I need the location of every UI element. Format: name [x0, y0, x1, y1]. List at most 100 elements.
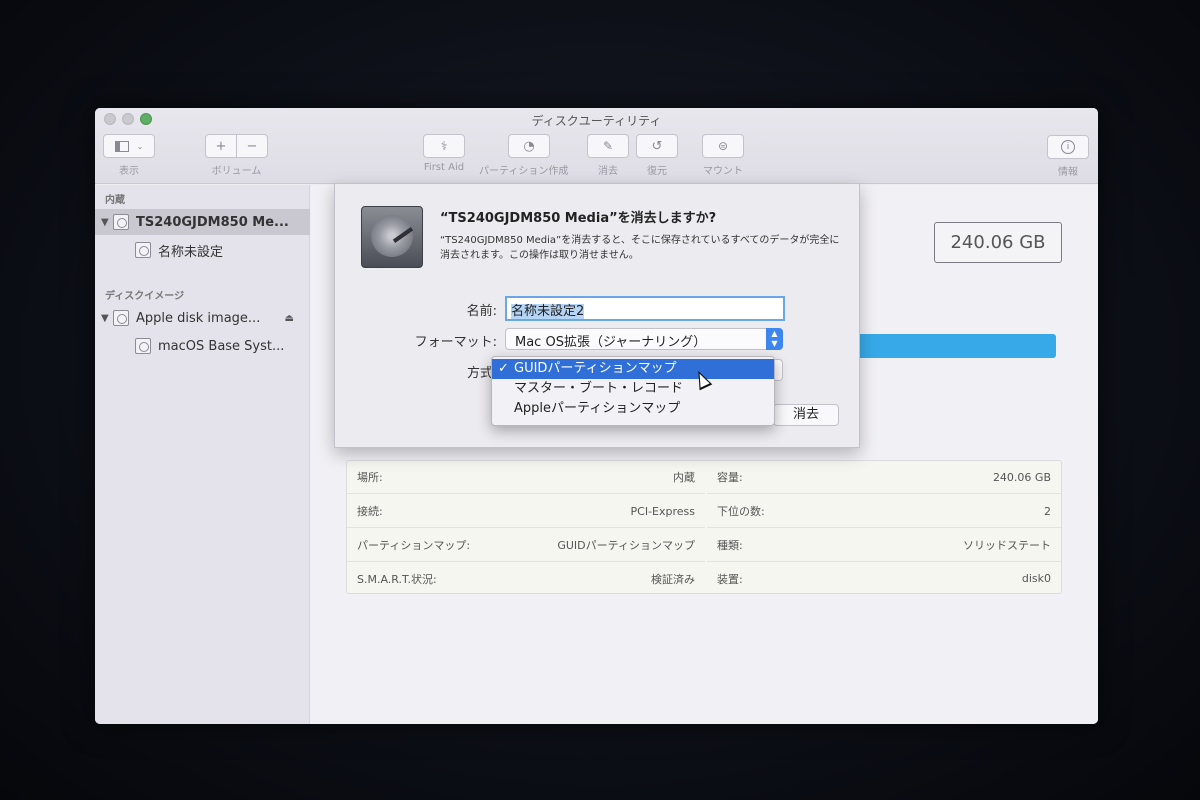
format-value: Mac OS拡張（ジャーナリング） — [515, 335, 707, 350]
name-label: 名前: — [466, 304, 497, 319]
remove-volume-button[interactable]: − — [236, 134, 268, 158]
volume-label: ボリューム — [211, 166, 262, 177]
info-row: 容量: 240.06 GB — [707, 461, 1061, 494]
info-value: 240.06 GB — [992, 470, 1051, 484]
capacity-box: 240.06 GB — [934, 222, 1062, 263]
info-key: 接続: — [357, 505, 383, 518]
restore-label: 復元 — [647, 166, 667, 177]
sidebar-item-label: macOS Base Syst... — [158, 338, 285, 354]
disclosure-triangle-icon[interactable]: ▼ — [101, 217, 113, 228]
sidebar: 内蔵 ▼ TS240GJDM850 Me... 名称未設定 ディスクイメージ ▼… — [95, 185, 310, 724]
info-value: PCI-Express — [630, 504, 695, 518]
volume-icon — [135, 242, 151, 258]
sidebar-item-ts240gjdm850[interactable]: ▼ TS240GJDM850 Me... — [95, 209, 310, 235]
format-label: フォーマット: — [414, 335, 497, 350]
info-key: パーティションマップ: — [357, 539, 471, 552]
add-volume-button[interactable]: + — [205, 134, 237, 158]
name-value: 名称未設定2 — [511, 304, 585, 319]
scheme-option-mbr[interactable]: マスター・ブート・レコード — [492, 379, 774, 399]
window-title: ディスクユーティリティ — [531, 114, 662, 128]
volume-icon — [135, 338, 151, 354]
info-value: disk0 — [1021, 572, 1051, 585]
sidebar-icon — [114, 140, 129, 152]
partition-button[interactable]: ◔ — [508, 134, 550, 158]
sidebar-item-macos-base-system[interactable]: macOS Base Syst... — [95, 333, 310, 359]
disclosure-triangle-icon[interactable]: ▼ — [101, 313, 113, 324]
info-row: 種類: ソリッドステート — [707, 529, 1061, 562]
usage-bar — [859, 334, 1056, 358]
info-value: 内蔵 — [673, 471, 695, 484]
toolbar-restore: ↺ 復元 — [636, 134, 678, 177]
name-field[interactable]: 名称未設定2 — [505, 296, 785, 321]
info-icon: i — [1061, 140, 1075, 154]
pie-chart-icon: ◔ — [523, 138, 535, 154]
erase-toolbar-button[interactable]: ✎ — [587, 134, 629, 158]
stethoscope-icon: ⚕ — [440, 139, 448, 153]
mount-label: マウント — [703, 166, 743, 177]
sheet-title: “TS240GJDM850 Media”を消去しますか? — [440, 211, 717, 226]
partition-label: パーティション作成 — [479, 166, 569, 177]
info-table: 場所: 内蔵 接続: PCI-Express パーティションマップ: GUIDパーティ… — [346, 460, 1062, 594]
info-key: 種類: — [717, 539, 743, 552]
first-aid-button[interactable]: ⚕ — [423, 134, 465, 158]
first-aid-label: First Aid — [423, 162, 465, 173]
info-button[interactable]: i — [1047, 135, 1089, 159]
info-value: ソリッドステート — [963, 539, 1051, 552]
view-button[interactable]: ⌄ — [103, 134, 155, 158]
format-popup[interactable]: Mac OS拡張（ジャーナリング） ▲ ▼ — [505, 328, 783, 350]
restore-button[interactable]: ↺ — [636, 134, 678, 158]
view-label: 表示 — [119, 166, 139, 177]
info-key: 場所: — [357, 471, 383, 484]
toolbar-erase: ✎ 消去 — [587, 134, 629, 177]
toolbar-info: i 情報 — [1047, 134, 1089, 178]
erase-button[interactable]: 消去 — [773, 404, 839, 426]
toolbar-first-aid: ⚕ First Aid — [423, 134, 465, 173]
erase-label: 消去 — [598, 166, 618, 177]
info-label: 情報 — [1058, 167, 1078, 178]
info-row: 下位の数: 2 — [707, 495, 1061, 528]
info-value: GUIDパーティションマップ — [557, 539, 695, 552]
info-row: 装置: disk0 — [707, 562, 1061, 595]
info-row: 場所: 内蔵 — [347, 461, 705, 494]
info-key: S.M.A.R.T.状況: — [357, 572, 437, 586]
eject-icon[interactable]: ⏏ — [285, 313, 294, 324]
info-row: 接続: PCI-Express — [347, 495, 705, 528]
hard-disk-icon — [361, 206, 423, 268]
sheet-description: “TS240GJDM850 Media”を消去すると、そこに保存されているすべて… — [440, 235, 840, 261]
mount-button[interactable]: ⊜ — [702, 134, 744, 158]
toolbar-volume-group: + − ボリューム — [205, 134, 268, 177]
checkmark-icon: ✓ — [498, 361, 509, 376]
scheme-option-label: マスター・ブート・レコード — [514, 381, 684, 396]
sidebar-item-volume[interactable]: 名称未設定 — [95, 237, 310, 263]
sidebar-section-internal: 内蔵 — [105, 195, 125, 206]
scheme-option-guid[interactable]: ✓ GUIDパーティションマップ — [492, 359, 774, 379]
sidebar-item-apple-disk-image[interactable]: ▼ Apple disk image... ⏏ — [95, 305, 310, 331]
chevron-up-down-icon: ▲ ▼ — [766, 328, 783, 350]
info-key: 下位の数: — [717, 505, 765, 518]
scheme-option-label: GUIDパーティションマップ — [514, 361, 677, 376]
toolbar-mount: ⊜ マウント — [702, 134, 744, 177]
info-key: 容量: — [717, 471, 743, 484]
toolbar-view-group: ⌄ 表示 — [103, 134, 155, 177]
disk-image-icon — [113, 310, 129, 326]
titlebar: ディスクユーティリティ ⌄ 表示 + − ボリューム ⚕ First Aid ◔ … — [95, 108, 1098, 184]
erase-icon: ✎ — [602, 139, 614, 153]
sidebar-section-disk-images: ディスクイメージ — [105, 291, 185, 302]
info-value: 検証済み — [651, 572, 695, 586]
sidebar-item-label: TS240GJDM850 Me... — [136, 214, 289, 230]
sidebar-item-label: Apple disk image... — [136, 310, 261, 326]
info-key: 装置: — [717, 572, 743, 586]
info-value: 2 — [1044, 504, 1051, 518]
scheme-option-label: Appleパーティションマップ — [514, 401, 681, 416]
scheme-dropdown-menu: ✓ GUIDパーティションマップ マスター・ブート・レコード Appleパーティ… — [491, 356, 775, 426]
mount-icon: ⊜ — [717, 139, 729, 153]
hard-disk-icon — [113, 214, 129, 230]
scheme-label: 方式 — [466, 366, 493, 381]
chevron-down-icon: ⌄ — [136, 141, 144, 151]
scheme-option-apm[interactable]: Appleパーティションマップ — [492, 399, 774, 419]
restore-icon: ↺ — [651, 138, 663, 154]
toolbar-partition: ◔ パーティション作成 — [479, 134, 568, 177]
info-row: パーティションマップ: GUIDパーティションマップ — [347, 529, 705, 562]
info-row: S.M.A.R.T.状況: 検証済み — [347, 562, 705, 595]
sidebar-item-label: 名称未設定 — [158, 244, 224, 260]
